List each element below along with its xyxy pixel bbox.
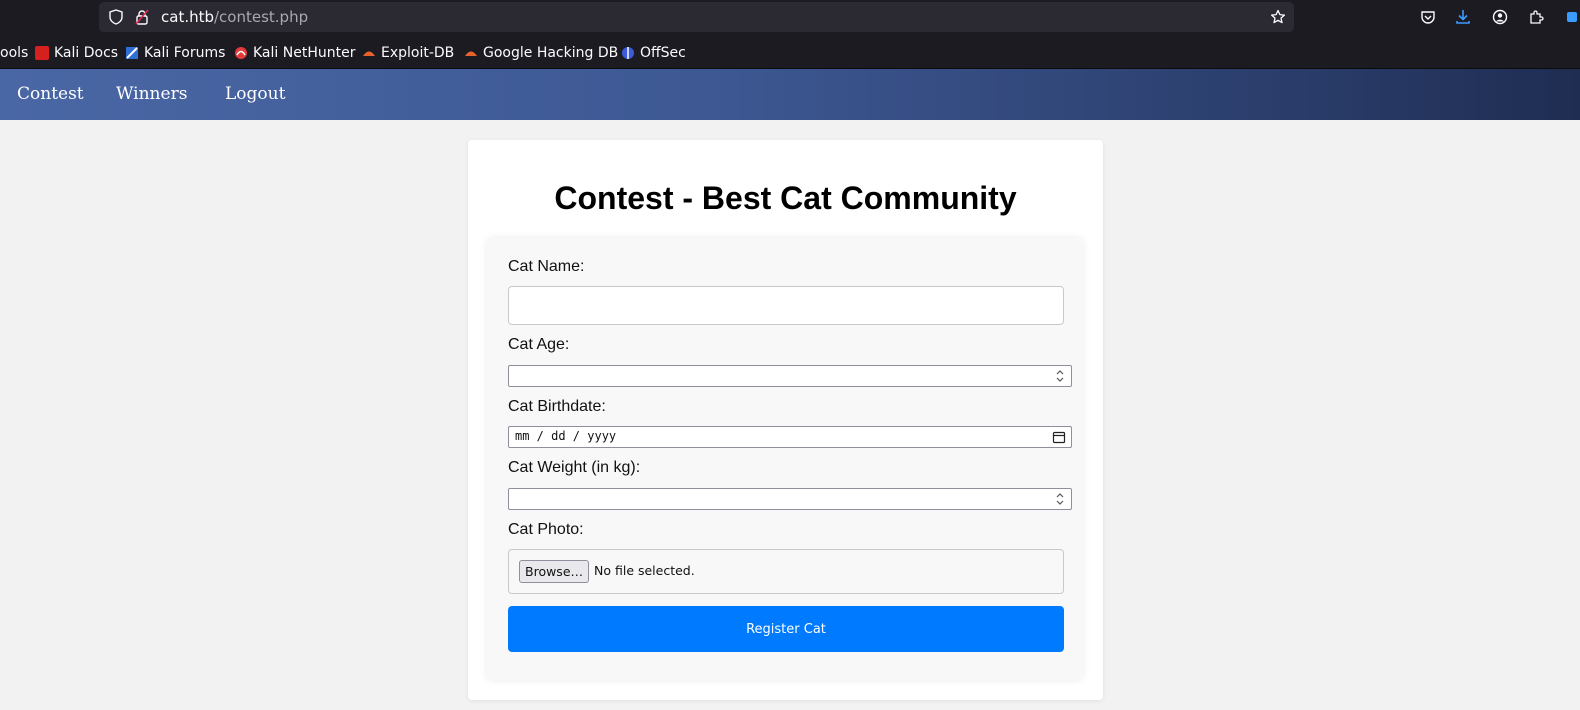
url-text[interactable]: cat.htb/contest.php (161, 8, 308, 26)
nav-winners-link[interactable]: Winners (116, 84, 187, 104)
cat-weight-label: Cat Weight (in kg): (508, 459, 641, 476)
bookmark-offsec[interactable]: OffSec (621, 44, 686, 62)
address-bar[interactable]: cat.htb/contest.php (99, 2, 1294, 32)
register-cat-button[interactable]: Register Cat (508, 606, 1064, 652)
cat-birthdate-input[interactable]: mm / dd / yyyy (508, 426, 1072, 448)
kali-forums-icon (125, 46, 139, 60)
bookmark-label: ools (0, 45, 29, 61)
bookmark-label: Kali NetHunter (253, 45, 356, 61)
cat-name-label: Cat Name: (508, 258, 585, 275)
cat-birthdate-label: Cat Birthdate: (508, 398, 606, 415)
bookmark-tools[interactable]: ools (0, 44, 28, 62)
url-path: /contest.php (214, 8, 309, 26)
weight-spinner-icon[interactable] (1053, 490, 1067, 508)
bookmarks-toolbar: ools Kali Docs Kali Forums Kali NetHunte… (0, 36, 1580, 69)
nav-contest-link[interactable]: Contest (17, 84, 84, 104)
kali-nethunter-icon (234, 46, 248, 60)
cat-registration-form: Cat Name: Cat Age: Cat Birthdate: mm / d… (487, 238, 1083, 680)
overflow-extension-icon[interactable] (1560, 6, 1580, 28)
birthdate-placeholder: mm / dd / yyyy (515, 429, 617, 443)
cat-photo-input[interactable]: Browse… No file selected. (508, 549, 1064, 594)
url-host: cat.htb (161, 8, 214, 26)
cat-photo-label: Cat Photo: (508, 521, 584, 538)
pocket-icon[interactable] (1417, 6, 1439, 28)
exploit-db-icon (362, 46, 376, 60)
account-icon[interactable] (1489, 6, 1511, 28)
lock-icon[interactable] (134, 9, 150, 25)
kali-docs-icon (35, 46, 49, 60)
page-title: Contest - Best Cat Community (554, 180, 1017, 216)
bookmark-label: OffSec (640, 45, 686, 61)
bookmark-kali-docs[interactable]: Kali Docs (35, 44, 118, 62)
bookmark-label: Kali Forums (144, 45, 226, 61)
nav-logout-link[interactable]: Logout (225, 84, 285, 104)
tracking-protection-shield-icon[interactable] (107, 8, 125, 26)
browse-button[interactable]: Browse… (519, 560, 590, 583)
cat-name-input[interactable] (508, 286, 1064, 325)
contest-card: Contest - Best Cat Community Cat Name: C… (468, 140, 1103, 700)
calendar-icon[interactable] (1051, 428, 1067, 446)
offsec-icon (621, 46, 635, 60)
bookmark-label: Google Hacking DB (483, 45, 619, 61)
bookmark-kali-forums[interactable]: Kali Forums (125, 44, 225, 62)
extensions-icon[interactable] (1525, 6, 1547, 28)
cat-age-label: Cat Age: (508, 336, 570, 353)
bookmark-label: Kali Docs (54, 45, 119, 61)
ghdb-icon (464, 46, 478, 60)
bookmark-label: Exploit-DB (381, 45, 455, 61)
cat-age-input[interactable] (508, 365, 1072, 387)
browser-toolbar: cat.htb/contest.php (0, 0, 1580, 36)
age-spinner-icon[interactable] (1053, 367, 1067, 385)
bookmark-exploit-db[interactable]: Exploit-DB (362, 44, 454, 62)
cat-weight-input[interactable] (508, 488, 1072, 510)
bookmark-google-hacking-db[interactable]: Google Hacking DB (464, 44, 618, 62)
file-status-text: No file selected. (594, 563, 695, 578)
site-navbar: Contest Winners Logout (0, 69, 1580, 120)
downloads-icon[interactable] (1452, 6, 1474, 28)
bookmark-kali-nethunter[interactable]: Kali NetHunter (234, 44, 355, 62)
bookmark-star-icon[interactable] (1269, 8, 1287, 26)
